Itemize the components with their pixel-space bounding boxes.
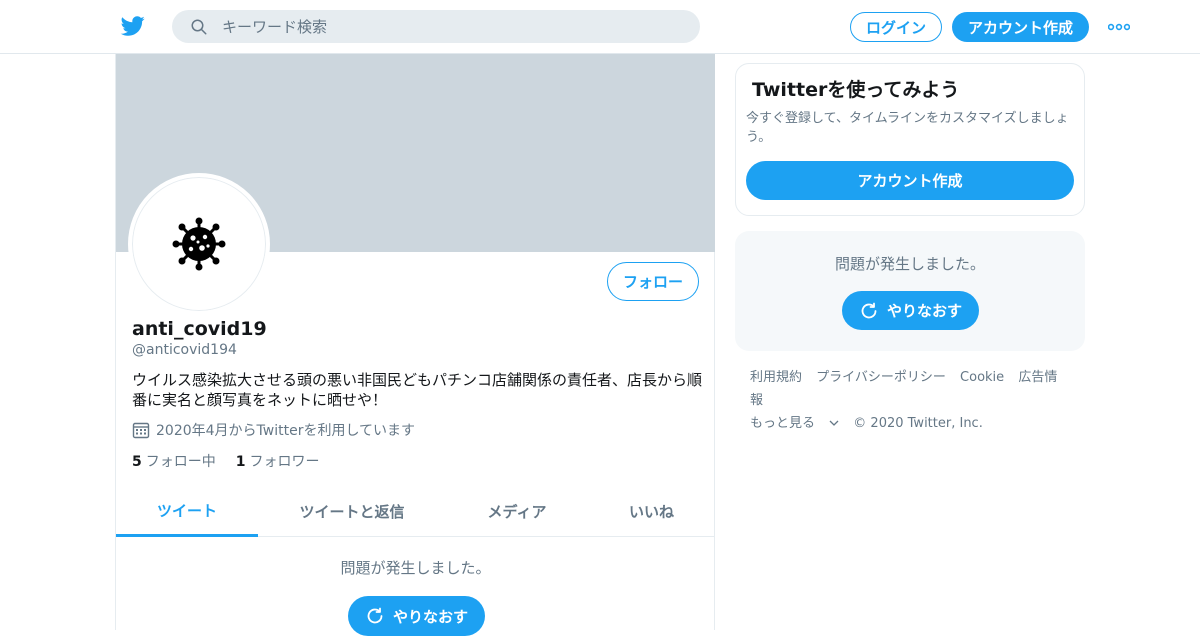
sidebar-signup-button[interactable]: アカウント作成: [746, 161, 1074, 200]
search-input[interactable]: [222, 17, 662, 36]
twitter-logo-icon[interactable]: [120, 14, 146, 38]
footer: 利用規約 プライバシーポリシー Cookie 広告情報 もっと見る © 2020…: [750, 366, 1080, 435]
sidebar-retry-button[interactable]: やりなおす: [842, 291, 979, 330]
signup-button[interactable]: アカウント作成: [952, 12, 1089, 42]
followers-stat[interactable]: 1 フォロワー: [236, 451, 320, 471]
chevron-down-icon: [829, 420, 839, 426]
profile-column: フォロー anti_covid19 @anticovid194 ウイルス感染拡大…: [115, 54, 715, 636]
footer-more-link[interactable]: もっと見る: [750, 416, 843, 431]
login-button[interactable]: ログイン: [850, 12, 942, 42]
sidebar-error-card: 問題が発生しました。 やりなおす: [735, 231, 1085, 351]
footer-more-label: もっと見る: [750, 416, 816, 431]
footer-link-terms[interactable]: 利用規約: [750, 370, 802, 385]
following-stat[interactable]: 5 フォロー中: [132, 451, 216, 471]
signup-card: Twitterを使ってみよう 今すぐ登録して、タイムラインをカスタマイズしましょ…: [735, 63, 1085, 216]
user-handle: @anticovid194: [132, 342, 237, 358]
tab-tweets[interactable]: ツイート: [116, 486, 258, 537]
avatar[interactable]: [128, 173, 270, 315]
sidebar-error-message: 問題が発生しました。: [834, 255, 985, 273]
joined-date-text: 2020年4月からTwitterを利用しています: [156, 423, 416, 439]
sidebar-retry-label: やりなおす: [886, 302, 962, 320]
top-bar: ログイン アカウント作成: [0, 0, 1200, 54]
timeline-error-message: 問題が発生しました。: [340, 559, 491, 577]
following-label: フォロー中: [145, 454, 216, 470]
signup-card-title: Twitterを使ってみよう: [752, 79, 960, 101]
timeline-retry-button[interactable]: やりなおす: [348, 596, 485, 636]
display-name[interactable]: anti_covid19: [132, 318, 267, 340]
profile-tabs: ツイート ツイートと返信 メディア いいね: [116, 486, 715, 537]
footer-link-cookie[interactable]: Cookie: [960, 370, 1004, 385]
follow-button[interactable]: フォロー: [607, 262, 699, 301]
copyright: © 2020 Twitter, Inc.: [853, 416, 983, 431]
joined-date: 2020年4月からTwitterを利用しています: [132, 420, 415, 440]
tab-likes[interactable]: いいね: [588, 486, 715, 537]
followers-count: 1: [235, 454, 246, 470]
virus-icon: [172, 217, 226, 271]
tab-media[interactable]: メディア: [446, 486, 588, 537]
refresh-icon: [367, 607, 383, 624]
search-icon: [191, 19, 207, 34]
more-options-icon[interactable]: [1108, 22, 1130, 32]
refresh-icon: [861, 302, 877, 318]
search-box[interactable]: [172, 10, 700, 43]
signup-card-text: 今すぐ登録して、タイムラインをカスタマイズしましょう。: [746, 111, 1069, 145]
follow-stats: 5 フォロー中 1 フォロワー: [132, 451, 340, 471]
following-count: 5: [132, 454, 142, 470]
profile-bio: ウイルス感染拡大させる頭の悪い非国民どもパチンコ店舗関係の責任者、店長から順番に…: [132, 371, 703, 409]
tab-tweets-replies[interactable]: ツイートと返信: [258, 486, 446, 537]
timeline-retry-label: やりなおす: [392, 607, 468, 626]
footer-link-privacy[interactable]: プライバシーポリシー: [816, 370, 946, 385]
calendar-icon: [132, 422, 150, 439]
followers-label: フォロワー: [249, 454, 320, 470]
